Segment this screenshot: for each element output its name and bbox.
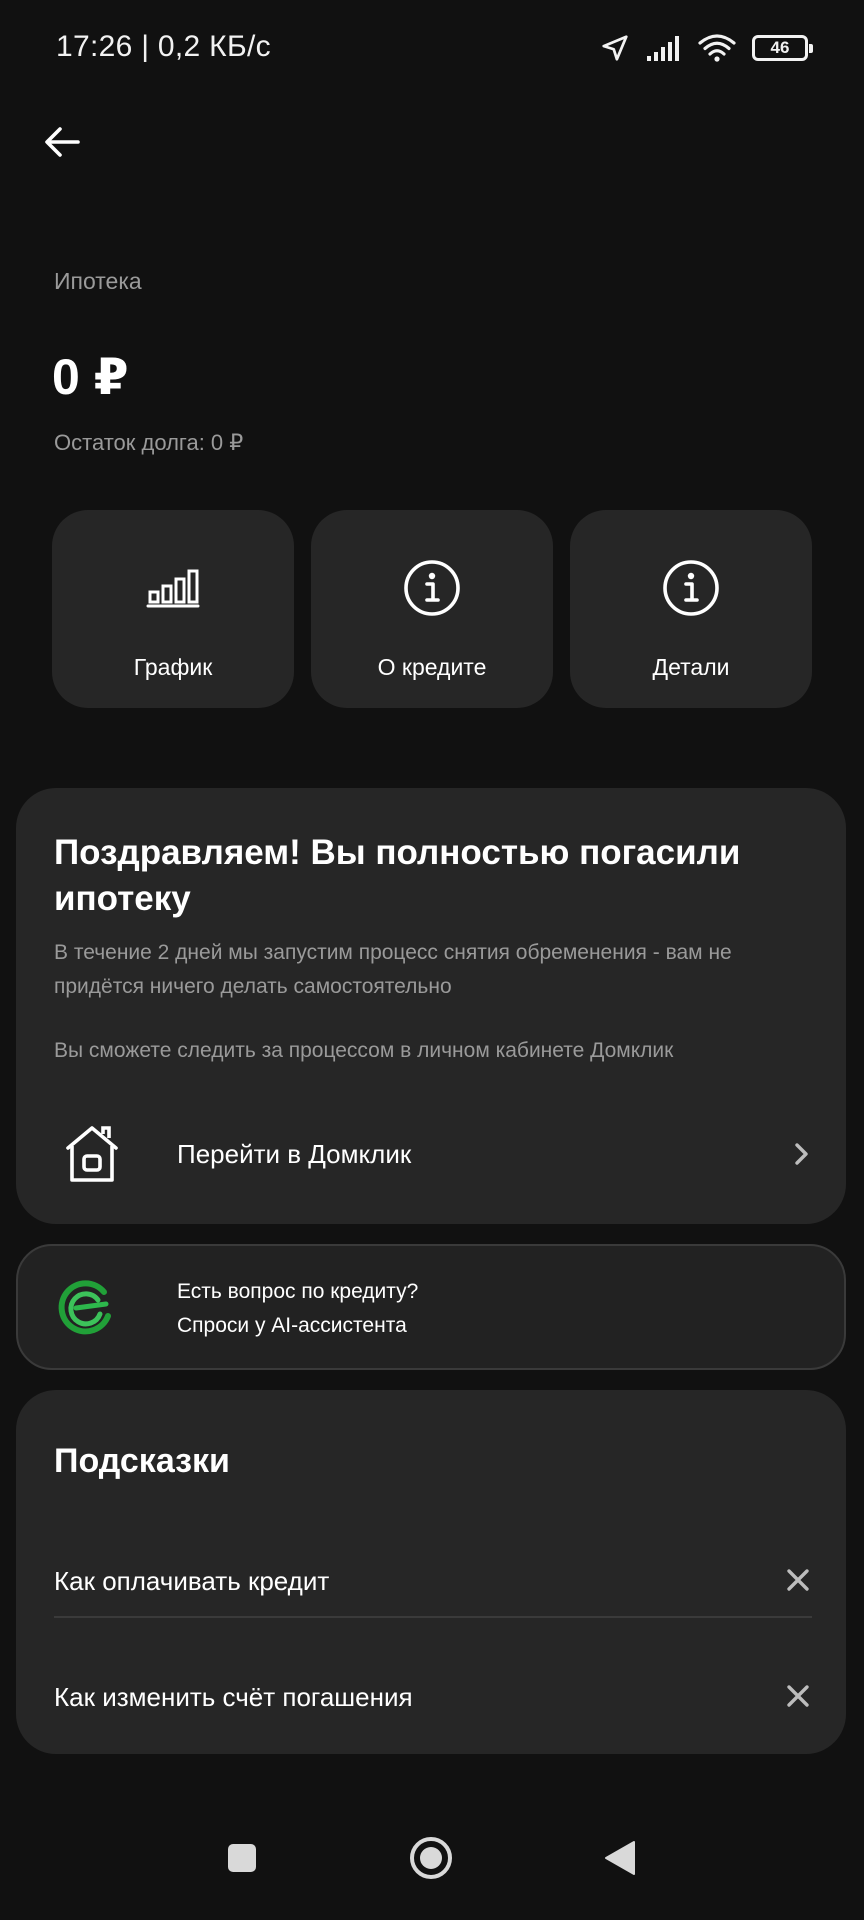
go-to-domclick-label: Перейти в Домклик (177, 1139, 412, 1169)
congrats-card: Поздравляем! Вы полностью погасили ипоте… (16, 788, 846, 1224)
location-arrow-icon (602, 35, 628, 61)
close-icon[interactable] (782, 1680, 814, 1712)
home-icon (410, 1837, 452, 1879)
about-credit-label: О кредите (377, 654, 487, 680)
details-label: Детали (652, 654, 730, 680)
divider (54, 1616, 812, 1618)
tip-label: Как оплачивать кредит (54, 1566, 330, 1596)
assistant-cta: Спроси у AI-ассистента (177, 1314, 407, 1337)
congrats-tracking-text: Вы сможете следить за процессом в личном… (54, 1039, 674, 1062)
arrow-left-icon (45, 127, 80, 157)
wifi-icon (698, 34, 736, 62)
sber-logo-icon (58, 1280, 111, 1335)
tip-item[interactable]: Как оплачивать кредит (54, 1540, 814, 1620)
status-icons: 46 (600, 28, 813, 68)
recents-icon (228, 1844, 256, 1872)
about-credit-button[interactable]: О кредите (311, 510, 553, 708)
tips-card: Подсказки Как оплачивать кредит Как изме… (16, 1390, 846, 1754)
status-time: 17:26 | 0,2 КБ/с (56, 30, 271, 63)
balance-amount: 0 ₽ (52, 349, 129, 405)
product-label: Ипотека (54, 268, 142, 294)
system-back-button[interactable] (590, 1828, 650, 1888)
recents-button[interactable] (212, 1828, 272, 1888)
tip-item[interactable]: Как изменить счёт погашения (54, 1656, 814, 1736)
info-icon (661, 558, 721, 618)
close-icon[interactable] (782, 1564, 814, 1596)
home-button[interactable] (401, 1828, 461, 1888)
bar-chart-icon (143, 558, 203, 618)
battery-icon: 46 (752, 35, 813, 61)
tip-label: Как изменить счёт погашения (54, 1682, 413, 1712)
schedule-label: График (133, 654, 213, 680)
ai-assistant-card[interactable]: Есть вопрос по кредиту? Спроси у AI-асси… (16, 1244, 846, 1370)
house-icon (66, 1126, 118, 1182)
signal-icon (647, 36, 679, 61)
navigation-bar (0, 1800, 864, 1920)
chevron-right-icon (795, 1143, 808, 1165)
go-to-domclick-link[interactable]: Перейти в Домклик (16, 1106, 846, 1204)
back-button[interactable] (38, 118, 86, 166)
status-bar: 17:26 | 0,2 КБ/с 46 (0, 0, 864, 96)
schedule-button[interactable]: График (52, 510, 294, 708)
debt-rest: Остаток долга: 0 ₽ (54, 430, 244, 455)
battery-level: 46 (770, 38, 790, 57)
screen: 17:26 | 0,2 КБ/с 46 Ипотека 0 ₽ Остаток … (0, 0, 864, 1920)
info-icon (402, 558, 462, 618)
congrats-text: В течение 2 дней мы запустим процесс сня… (54, 941, 732, 998)
details-button[interactable]: Детали (570, 510, 812, 708)
back-icon (605, 1841, 635, 1875)
assistant-question: Есть вопрос по кредиту? (177, 1280, 419, 1303)
congrats-title: Поздравляем! Вы полностью погасили ипоте… (54, 833, 741, 918)
tips-title: Подсказки (54, 1442, 230, 1480)
